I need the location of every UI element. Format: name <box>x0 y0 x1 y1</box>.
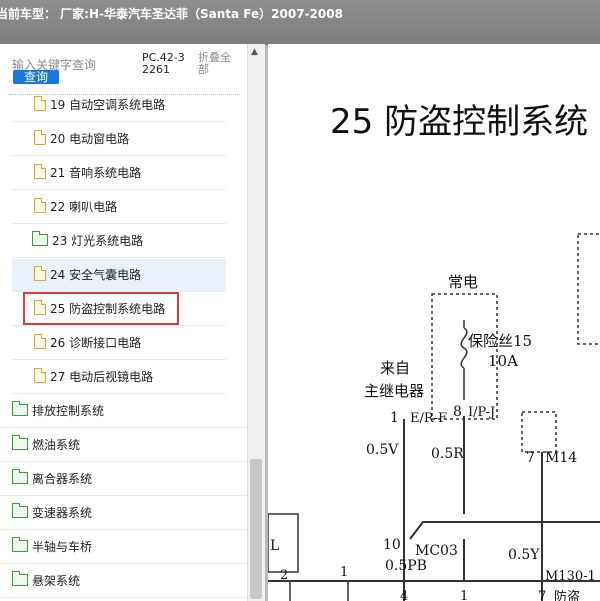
tree-folder-label: 悬架系统 <box>32 574 81 588</box>
folder-icon <box>12 503 28 518</box>
label-pin-1: 1 <box>390 410 399 426</box>
label-pin-8-name: I/P-J <box>468 405 495 420</box>
label-wire-0.5R: 0.5R <box>431 446 464 462</box>
tree-item-23[interactable]: 23 灯光系统电路 <box>12 225 226 258</box>
folder-icon <box>12 469 28 484</box>
file-icon <box>34 334 46 349</box>
tree-folder-label: 排放控制系统 <box>32 404 105 418</box>
tree-item-label: 20 电动窗电路 <box>50 132 130 146</box>
label-fuse-name: 保险丝15 <box>468 332 532 350</box>
title-bar: 当前车型： 厂家:H-华泰汽车圣达菲（Santa Fe）2007-2008 <box>0 0 600 45</box>
file-icon <box>34 368 46 383</box>
folder-icon <box>12 435 28 450</box>
tree-item-label: 21 音响系统电路 <box>50 166 142 180</box>
file-icon <box>34 266 46 281</box>
tree-item-label: 22 喇叭电路 <box>50 200 118 214</box>
tree-item-20[interactable]: 20 电动窗电路 <box>12 123 226 156</box>
file-icon <box>34 130 46 145</box>
label-pin-8: 8 <box>453 404 462 420</box>
label-pin-10: 10 <box>383 537 401 553</box>
search-row: 输入关键字查询 查询 PC.42-32261 折叠全部 <box>0 44 247 94</box>
window-title: 当前车型： 厂家:H-华泰汽车圣达菲（Santa Fe）2007-2008 <box>0 7 343 21</box>
label-wire-0.5Y: 0.5Y <box>508 547 540 563</box>
tree-folder-clutch[interactable]: 离合器系统 <box>0 463 247 496</box>
tree-folder-suspension[interactable]: 悬架系统 <box>0 565 247 598</box>
sidebar: 输入关键字查询 查询 PC.42-32261 折叠全部 19 自动空调系统电路 … <box>0 44 247 601</box>
tree-item-label: 23 灯光系统电路 <box>52 234 144 248</box>
tree-folder-label: 变速器系统 <box>32 506 93 520</box>
label-wire-0.5PB: 0.5PB <box>385 558 427 574</box>
m14-box <box>521 411 557 453</box>
document-view: 25 防盗控制系统 常电 保险丝15 10A 来自 主继电器 1 E/R-F 8… <box>268 44 600 601</box>
circuit-diagram: 常电 保险丝15 10A 来自 主继电器 1 E/R-F 8 I/P-J 0.5… <box>268 233 600 601</box>
file-icon <box>34 198 46 213</box>
tree-item-24[interactable]: 24 安全气囊电路 <box>12 259 226 292</box>
file-icon <box>34 96 46 111</box>
tree-folder-label: 半轴与车桥 <box>32 540 93 554</box>
tree-item-22[interactable]: 22 喇叭电路 <box>12 191 226 224</box>
tree-item-21[interactable]: 21 音响系统电路 <box>12 157 226 190</box>
label-pin-7b: 7 <box>538 589 546 601</box>
fuse-symbol <box>460 327 468 369</box>
selection-highlight-box <box>23 292 179 325</box>
folder-icon <box>12 571 28 586</box>
tree-folder-label: 离合器系统 <box>32 472 93 486</box>
tree-item-label: 19 自动空调系统电路 <box>50 98 166 112</box>
label-l: L <box>270 538 279 554</box>
folder-icon <box>32 231 48 246</box>
label-pin-4: 4 <box>400 589 408 601</box>
tree-item-label: 24 安全气囊电路 <box>50 268 142 282</box>
tree-folder-fuel[interactable]: 燃油系统 <box>0 429 247 462</box>
model-code: PC.42-32261 <box>142 51 185 76</box>
tree-folder-axle[interactable]: 半轴与车桥 <box>0 531 247 564</box>
scroll-up-arrow-icon[interactable]: ▲ <box>251 47 258 57</box>
tree-folder-transmission[interactable]: 变速器系统 <box>0 497 247 530</box>
tree-item-26[interactable]: 26 诊断接口电路 <box>12 327 226 360</box>
label-m130: M130-1 <box>545 569 596 584</box>
tree-folder-label: 燃油系统 <box>32 438 81 452</box>
scroll-thumb[interactable] <box>250 459 262 599</box>
tree-item-19[interactable]: 19 自动空调系统电路 <box>12 89 226 122</box>
folder-icon <box>12 537 28 552</box>
tree-folder-emission[interactable]: 排放控制系统 <box>0 395 247 428</box>
label-fangdao: 防盗 <box>554 589 580 601</box>
label-pin-1b: 1 <box>340 565 348 580</box>
sidebar-scrollbar[interactable]: ▲ <box>247 44 265 601</box>
dashed-box-right <box>577 233 600 345</box>
label-pin-2: 2 <box>280 568 288 583</box>
search-button[interactable]: 查询 <box>13 70 59 84</box>
label-pin-7: 7 <box>526 450 535 466</box>
tree-item-label: 27 电动后视镜电路 <box>50 370 154 384</box>
label-pin-1-name: E/R-F <box>410 411 447 426</box>
label-m14: M14 <box>545 450 577 466</box>
label-changdian: 常电 <box>448 273 478 291</box>
label-fuse-rating: 10A <box>488 352 518 370</box>
file-icon <box>34 164 46 179</box>
collapse-all-button[interactable]: 折叠全部 <box>198 52 238 76</box>
tree-item-label: 26 诊断接口电路 <box>50 336 142 350</box>
folder-icon <box>12 401 28 416</box>
label-pin-1c: 1 <box>460 589 468 601</box>
label-wire-0.5V: 0.5V <box>366 442 399 458</box>
label-relay: 主继电器 <box>364 382 424 400</box>
wire-junction <box>409 521 600 540</box>
tree-item-27[interactable]: 27 电动后视镜电路 <box>12 361 226 394</box>
label-laizi: 来自 <box>380 359 410 377</box>
label-mc03: MC03 <box>415 543 458 559</box>
